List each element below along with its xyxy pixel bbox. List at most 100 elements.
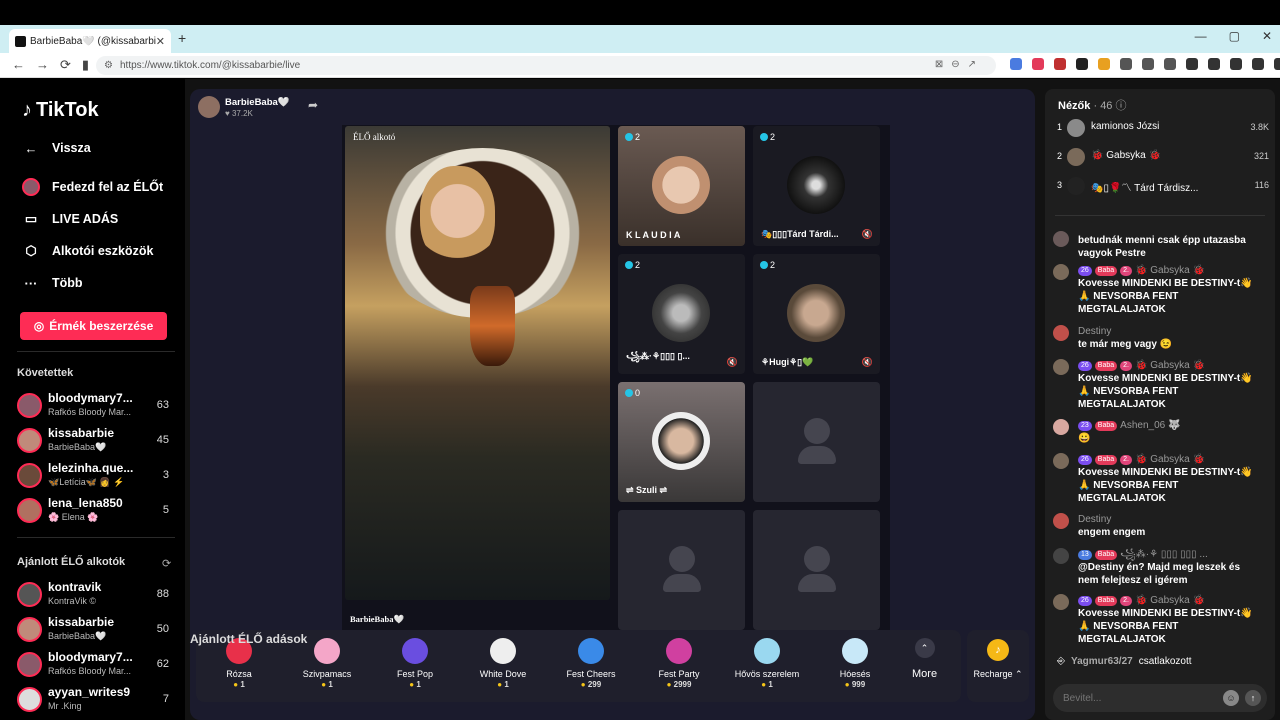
- viewer-row[interactable]: 2 🐞 Gabsyka 🐞 321: [1057, 146, 1269, 168]
- browser-tab[interactable]: BarbieBaba🤍 (@kissabarbie ✕: [9, 29, 171, 53]
- account-name: lelezinha.que...: [48, 461, 134, 475]
- chat-username[interactable]: 26 Baba 2. 🐞 Gabsyka 🐞: [1078, 359, 1205, 372]
- sidebar-icon[interactable]: [1208, 58, 1220, 70]
- bookmark-icon[interactable]: ▮: [82, 57, 89, 73]
- guest-slot[interactable]: 0 ⇌ Szuli ⇌: [618, 382, 745, 502]
- chat-username[interactable]: 26 Baba 2. 🐞 Gabsyka 🐞: [1078, 453, 1205, 466]
- shield-icon[interactable]: [1274, 58, 1280, 70]
- back-icon[interactable]: ←: [12, 57, 25, 73]
- creator-tools-icon: ⬡: [25, 243, 37, 258]
- share-page-icon[interactable]: ↗: [968, 59, 976, 70]
- guest-avatar: [652, 156, 710, 214]
- close-window-button[interactable]: ✕: [1262, 29, 1272, 43]
- refresh-icon[interactable]: ⟳: [162, 557, 171, 570]
- sidebar-item-more[interactable]: ··· Több: [22, 274, 83, 292]
- following-account[interactable]: lena_lena850 🌸 Elena 🌸 5: [17, 495, 177, 529]
- sidebar-item-discover-live[interactable]: Fedezd fel az ÉLŐt: [22, 178, 163, 196]
- get-coins-button[interactable]: ◎ Érmék beszerzése: [20, 312, 167, 340]
- viewer-count: 7: [162, 693, 169, 705]
- wallet-icon[interactable]: [1230, 58, 1242, 70]
- avatar[interactable]: [1053, 513, 1069, 529]
- sidebar-item-creator-tools[interactable]: ⬡ Alkotói eszközök: [22, 242, 153, 260]
- maximize-button[interactable]: ▢: [1229, 29, 1240, 43]
- tab-title: BarbieBaba🤍 (@kissabarbie: [30, 35, 156, 47]
- following-account[interactable]: bloodymary7... Rafkós Bloody Mar... 63: [17, 390, 177, 424]
- gift-name: White Dove: [479, 669, 527, 679]
- gift-price: ● 1: [409, 680, 421, 689]
- extension-icon[interactable]: [1076, 58, 1088, 70]
- sidebar-item-live[interactable]: ▭ LIVE ADÁS: [22, 210, 118, 228]
- guest-slot[interactable]: 2 ⚘Hugi⚘▯💚 🔇: [753, 254, 880, 374]
- viewer-rank: 2: [1057, 151, 1063, 161]
- gift-item[interactable]: Fest Cheers ● 299: [556, 638, 626, 689]
- extension-icon[interactable]: [1010, 58, 1022, 70]
- minimize-button[interactable]: —: [1195, 29, 1207, 43]
- recommended-account[interactable]: kontravik KontraVik © 88: [17, 579, 177, 613]
- new-tab-button[interactable]: +: [178, 30, 186, 46]
- avatar[interactable]: [1053, 231, 1069, 247]
- chat-username[interactable]: Destiny: [1078, 325, 1111, 338]
- gift-item[interactable]: Hővös szerelem ● 1: [732, 638, 802, 689]
- person-placeholder-body: [798, 446, 836, 464]
- gift-item[interactable]: Hóesés ● 999: [820, 638, 890, 689]
- avatar[interactable]: [1053, 359, 1069, 375]
- account-name: bloodymary7...: [48, 650, 133, 664]
- guest-slot[interactable]: 2 ꧁⁂·⚘▯▯▯ ▯... 🔇: [618, 254, 745, 374]
- extension-icon[interactable]: [1142, 58, 1154, 70]
- avatar[interactable]: [1053, 419, 1069, 435]
- empty-guest-slot[interactable]: [618, 510, 745, 630]
- extensions-icon[interactable]: [1252, 58, 1264, 70]
- reload-icon[interactable]: ⟳: [60, 57, 71, 73]
- extension-icon[interactable]: [1164, 58, 1176, 70]
- avatar[interactable]: [1053, 264, 1069, 280]
- chat-username[interactable]: 26 Baba 2. 🐞 Gabsyka 🐞: [1078, 264, 1205, 277]
- more-gifts-button[interactable]: ⌃ More: [912, 638, 937, 680]
- following-account[interactable]: kissabarbie BarbieBaba🤍 45: [17, 425, 177, 459]
- empty-guest-slot[interactable]: [753, 382, 880, 502]
- following-account[interactable]: lelezinha.que... 🦋Letícia🦋 👩 ⚡ 3: [17, 460, 177, 494]
- join-user[interactable]: Yagmur63/27: [1071, 656, 1133, 667]
- extension-icon[interactable]: [1098, 58, 1110, 70]
- guest-slot[interactable]: 2 K L A U D I A: [618, 126, 745, 246]
- back-label: Vissza: [52, 141, 91, 155]
- chat-input[interactable]: [1063, 690, 1213, 706]
- recharge-button[interactable]: ♪ Recharge ⌃: [967, 630, 1029, 702]
- back-nav-item[interactable]: ← Vissza: [22, 139, 91, 157]
- recommended-account[interactable]: bloodymary7... Rafkós Bloody Mar... 62: [17, 649, 177, 683]
- extension-icon[interactable]: [1120, 58, 1132, 70]
- chat-username[interactable]: 26 Baba 2. 🐞 Gabsyka 🐞: [1078, 594, 1205, 607]
- avatar[interactable]: [1053, 548, 1069, 564]
- account-subtitle: 🦋Letícia🦋 👩 ⚡: [48, 477, 125, 487]
- music-icon[interactable]: [1186, 58, 1198, 70]
- url-field[interactable]: ⚙ https://www.tiktok.com/@kissabarbie/li…: [96, 56, 996, 75]
- extension-icon[interactable]: [1032, 58, 1044, 70]
- gift-name: Rózsa: [226, 669, 252, 679]
- site-settings-icon[interactable]: ⚙: [104, 60, 113, 71]
- avatar[interactable]: [1053, 453, 1069, 469]
- recommended-account[interactable]: ayyan_writes9 Mr .King 7: [17, 684, 177, 718]
- chat-username[interactable]: Destiny: [1078, 513, 1111, 526]
- empty-guest-slot[interactable]: [753, 510, 880, 630]
- share-icon[interactable]: ➦: [308, 98, 318, 112]
- viewer-row[interactable]: 1 kamionos Józsi 3.8K: [1057, 117, 1269, 139]
- guest-slot[interactable]: 2 🎭▯▯▯Tárd Tárdi... 🔇: [753, 126, 880, 246]
- avatar[interactable]: [1053, 594, 1069, 610]
- tiktok-logo[interactable]: ♪ TikTok: [22, 99, 99, 122]
- gift-item[interactable]: White Dove ● 1: [468, 638, 538, 689]
- chat-username[interactable]: 23 Baba Ashen_06 🐺: [1078, 419, 1180, 432]
- gift-item[interactable]: Fest Pop ● 1: [380, 638, 450, 689]
- zoom-icon[interactable]: ⊖: [951, 59, 959, 70]
- gift-item[interactable]: Fest Party ● 2999: [644, 638, 714, 689]
- viewer-row[interactable]: 3 🎭▯🌹〽 Tárd Tárdisz... 116: [1057, 175, 1269, 197]
- translate-icon[interactable]: ⊠: [935, 59, 943, 70]
- viewer-score: 3.8K: [1250, 122, 1269, 132]
- send-icon[interactable]: ↑: [1245, 690, 1261, 706]
- chat-username[interactable]: 13 Baba ꧁⁂·⚘ ▯▯▯ ▯▯▯ ...: [1078, 548, 1208, 561]
- emoji-icon[interactable]: ☺: [1223, 690, 1239, 706]
- host-video[interactable]: ÉLŐ alkotó: [345, 126, 610, 600]
- recommended-account[interactable]: kissabarbie BarbieBaba🤍 50: [17, 614, 177, 648]
- extension-icon[interactable]: [1054, 58, 1066, 70]
- avatar[interactable]: [1053, 325, 1069, 341]
- tab-close-icon[interactable]: ✕: [156, 35, 165, 48]
- forward-icon[interactable]: →: [36, 57, 49, 73]
